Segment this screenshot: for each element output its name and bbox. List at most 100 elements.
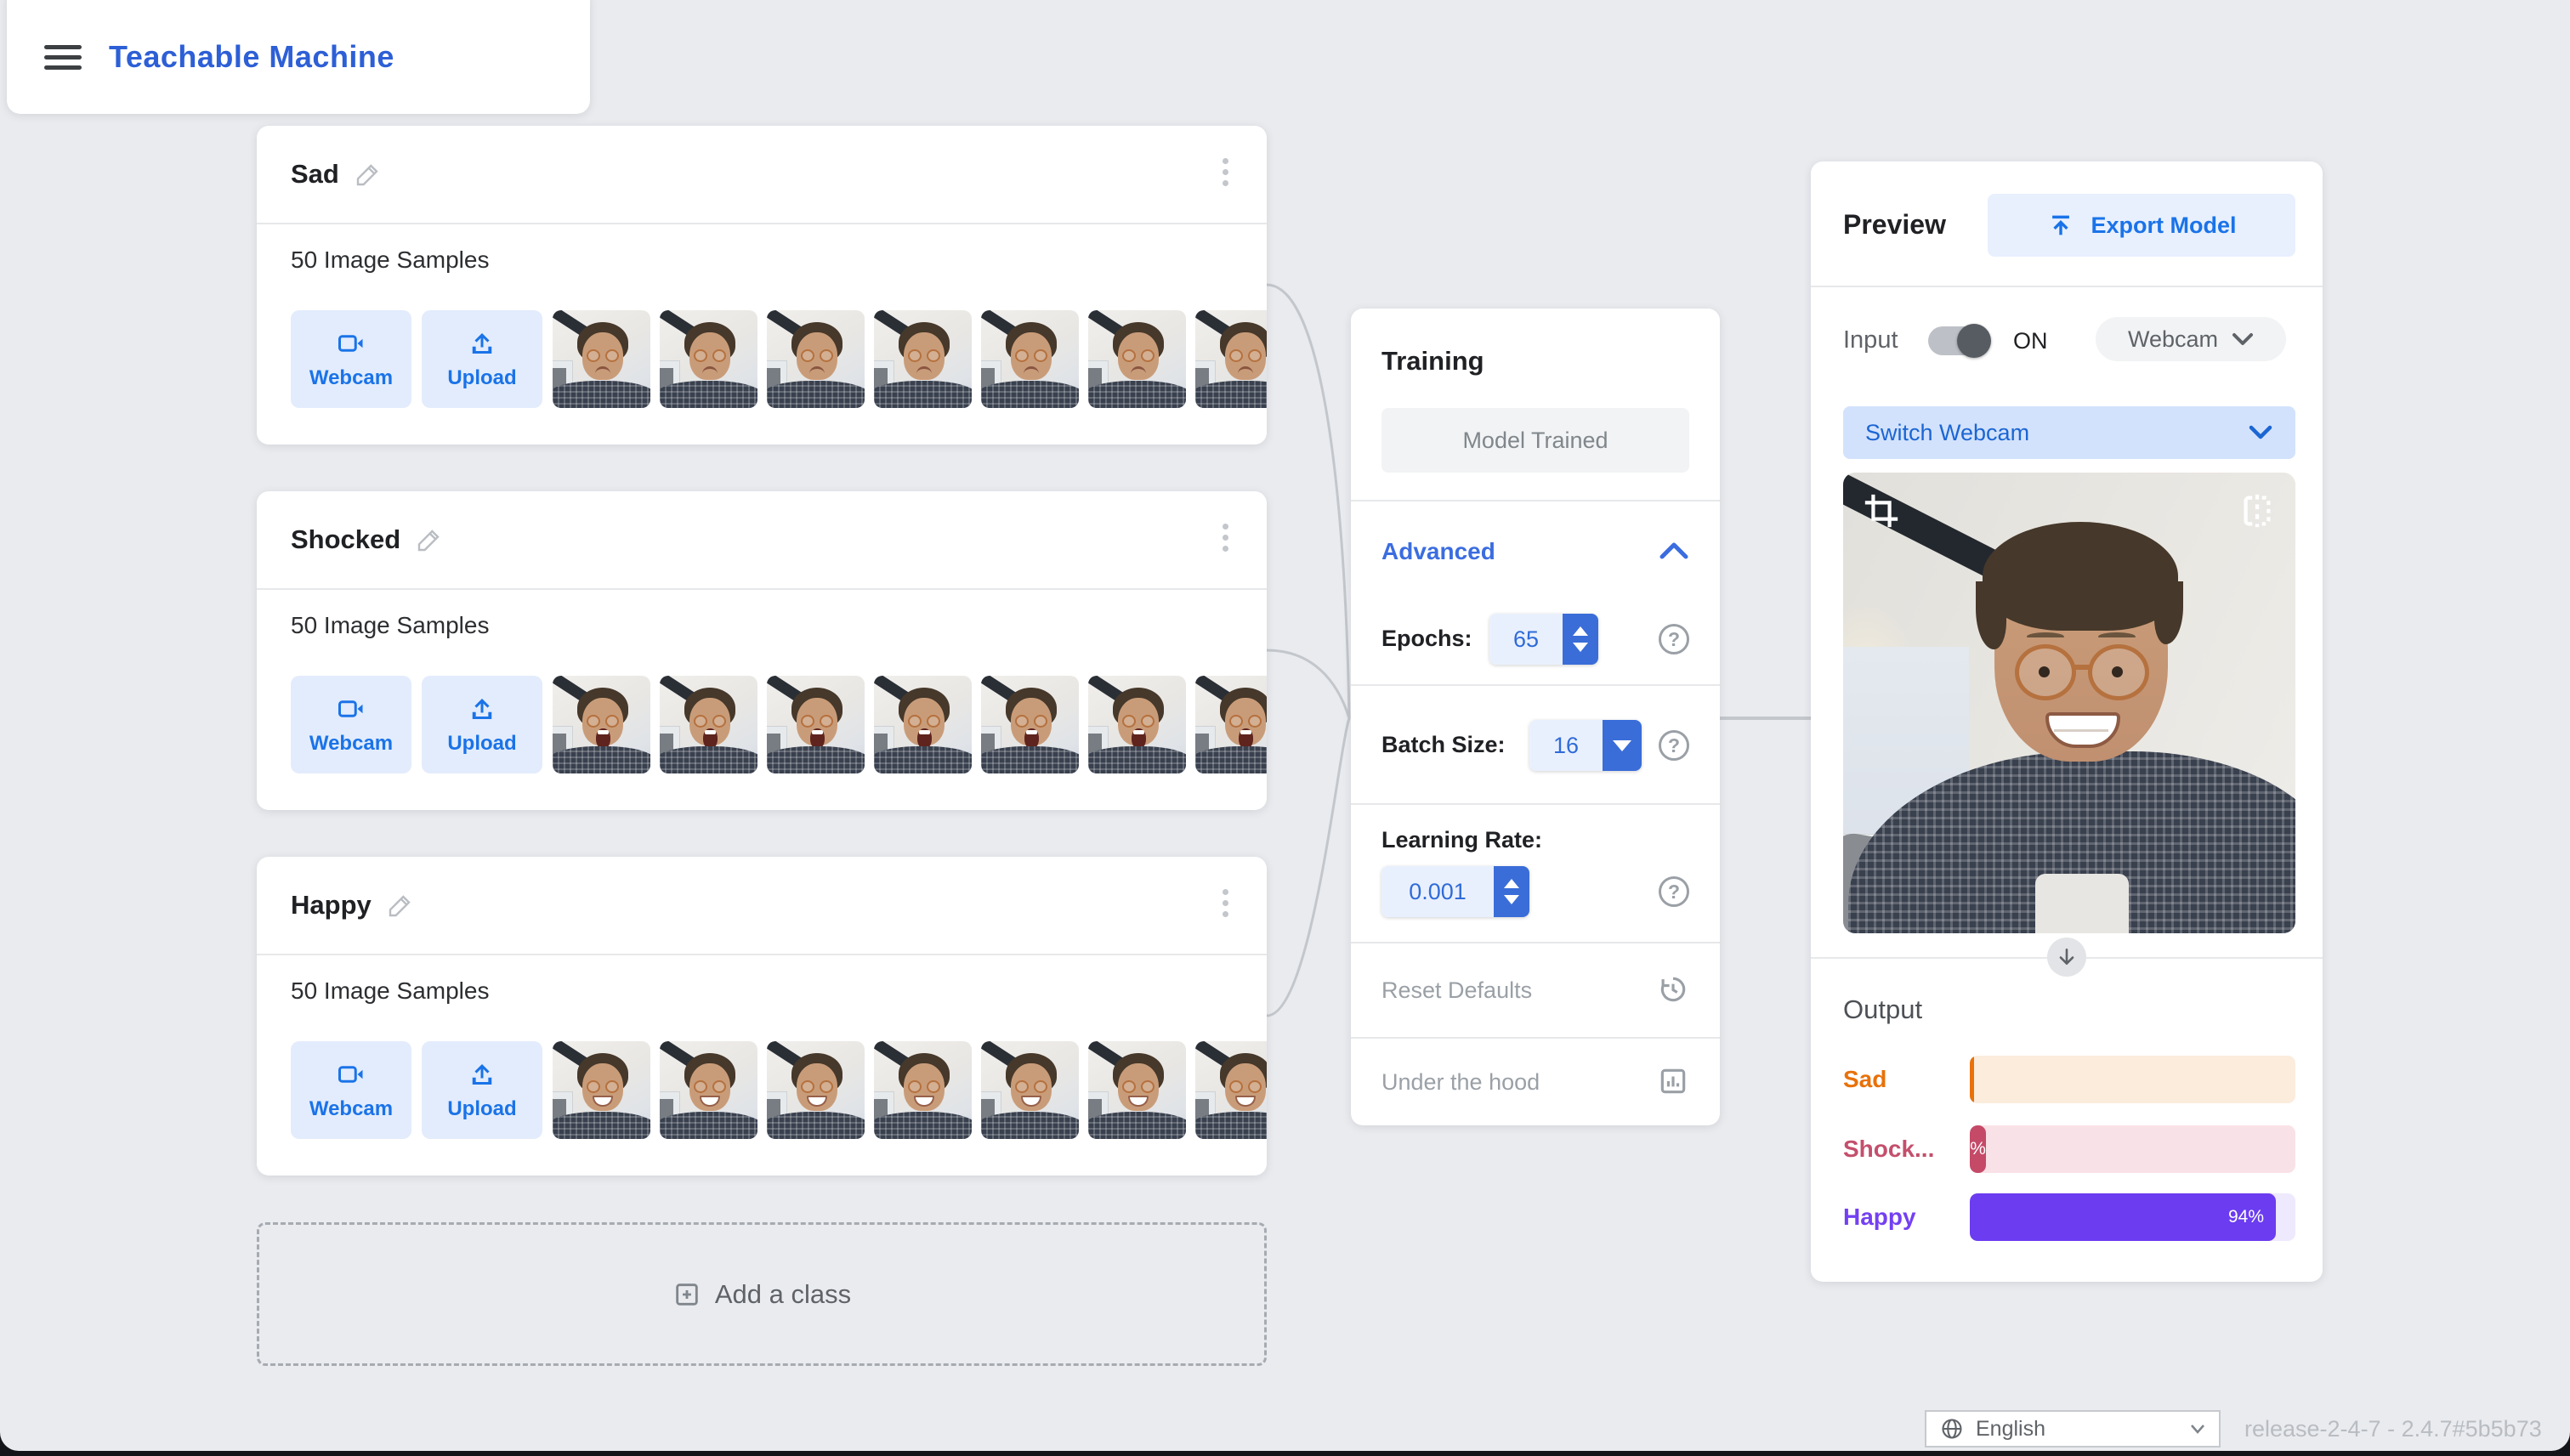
webcam-person-eye bbox=[2112, 666, 2123, 677]
output-bar-label: Shock... bbox=[1843, 1136, 1935, 1162]
webcam-person-tee bbox=[2035, 874, 2129, 933]
upload-button[interactable]: Upload bbox=[422, 676, 542, 773]
epochs-spin-buttons[interactable] bbox=[1563, 614, 1598, 665]
kebab-menu-icon[interactable] bbox=[1223, 158, 1229, 191]
collapse-output-button[interactable] bbox=[2047, 938, 2086, 977]
train-model-button[interactable]: Model Trained bbox=[1381, 408, 1689, 473]
output-bar-row: Sad bbox=[1811, 1056, 2323, 1103]
sample-thumbnail bbox=[981, 676, 1079, 773]
chevron-down-icon bbox=[2191, 1425, 2204, 1434]
output-bar-fill: 94% bbox=[1970, 1193, 2277, 1241]
sample-thumbnail bbox=[981, 1041, 1079, 1139]
sample-thumbnail bbox=[660, 310, 757, 408]
output-bar-track: % bbox=[1970, 1125, 2295, 1173]
webcam-button[interactable]: Webcam bbox=[291, 676, 411, 773]
webcam-button[interactable]: Webcam bbox=[291, 1041, 411, 1139]
webcam-button[interactable]: Webcam bbox=[291, 310, 411, 408]
chevron-down-icon bbox=[2232, 333, 2254, 345]
app-header: Teachable Machine bbox=[7, 0, 590, 114]
export-model-button[interactable]: Export Model bbox=[1988, 194, 2295, 257]
help-icon[interactable] bbox=[1659, 624, 1689, 654]
divider bbox=[1811, 286, 2323, 287]
sample-count-label: 50 Image Samples bbox=[291, 977, 490, 1004]
webcam-icon bbox=[338, 1066, 363, 1083]
upload-button[interactable]: Upload bbox=[422, 310, 542, 408]
under-hood-icon[interactable] bbox=[1657, 1065, 1689, 1097]
chevron-up-icon[interactable] bbox=[1659, 540, 1689, 562]
batch-size-dropdown-button[interactable] bbox=[1603, 720, 1642, 771]
sample-thumbnail bbox=[767, 676, 865, 773]
input-toggle[interactable] bbox=[1928, 324, 1991, 358]
divider bbox=[1351, 500, 1720, 501]
advanced-toggle[interactable]: Advanced bbox=[1381, 538, 1495, 565]
batch-size-select: 16 bbox=[1529, 720, 1642, 771]
upload-button[interactable]: Upload bbox=[422, 1041, 542, 1139]
sample-thumbnail bbox=[1195, 310, 1267, 408]
kebab-menu-icon[interactable] bbox=[1223, 889, 1229, 922]
menu-icon[interactable] bbox=[44, 39, 82, 76]
batch-size-value[interactable]: 16 bbox=[1529, 720, 1603, 771]
preview-panel: Preview Export Model Input ON Webcam Swi… bbox=[1811, 161, 2323, 1282]
globe-icon bbox=[1942, 1419, 1962, 1439]
webcam-person-eye bbox=[2039, 666, 2050, 677]
class-name: Happy bbox=[291, 890, 372, 920]
sample-thumbnail bbox=[1195, 676, 1267, 773]
add-class-button[interactable]: Add a class bbox=[257, 1222, 1267, 1366]
sample-thumbnail bbox=[553, 1041, 650, 1139]
webcam-button-label: Webcam bbox=[309, 1097, 394, 1120]
under-the-hood-button[interactable]: Under the hood bbox=[1381, 1069, 1540, 1096]
edit-pencil-icon[interactable] bbox=[387, 892, 414, 919]
language-selector[interactable]: English bbox=[1925, 1410, 2221, 1448]
upload-button-label: Upload bbox=[447, 1097, 517, 1120]
sample-thumbnails bbox=[553, 310, 1267, 409]
crop-icon[interactable] bbox=[1862, 491, 1901, 530]
webcam-person-eyebrow bbox=[2098, 632, 2136, 641]
class-card-happy: Happy 50 Image Samples Webcam Upload bbox=[257, 857, 1267, 1176]
class-name: Shocked bbox=[291, 524, 401, 554]
add-box-icon bbox=[676, 1283, 698, 1306]
class-card-header: Sad bbox=[257, 126, 1267, 224]
sample-thumbnail bbox=[767, 310, 865, 408]
webcam-person-hair bbox=[1976, 522, 2183, 649]
output-bar-track bbox=[1970, 1056, 2295, 1103]
webcam-preview-feed bbox=[1843, 473, 2295, 933]
sample-thumbnail bbox=[1088, 1041, 1186, 1139]
edit-pencil-icon[interactable] bbox=[355, 161, 382, 188]
kebab-menu-icon[interactable] bbox=[1223, 524, 1229, 557]
switch-webcam-button[interactable]: Switch Webcam bbox=[1843, 406, 2295, 459]
help-icon[interactable] bbox=[1659, 730, 1689, 761]
webcam-person-eyebrow bbox=[2027, 632, 2064, 641]
training-panel: Training Model Trained Advanced Epochs: … bbox=[1351, 309, 1720, 1125]
class-name: Sad bbox=[291, 159, 339, 189]
output-bar-fill: % bbox=[1970, 1125, 1987, 1173]
epochs-value[interactable]: 65 bbox=[1489, 614, 1563, 665]
output-bar-label: Happy bbox=[1843, 1204, 1916, 1230]
sample-thumbnails bbox=[553, 676, 1267, 774]
learning-rate-value[interactable]: 0.001 bbox=[1381, 866, 1494, 917]
sample-thumbnail bbox=[660, 1041, 757, 1139]
sample-count-label: 50 Image Samples bbox=[291, 246, 490, 273]
sample-thumbnail bbox=[553, 676, 650, 773]
reset-defaults-button[interactable]: Reset Defaults bbox=[1381, 977, 1532, 1004]
switch-webcam-label: Switch Webcam bbox=[1865, 419, 2030, 445]
app-title[interactable]: Teachable Machine bbox=[109, 39, 394, 75]
sample-thumbnail bbox=[874, 676, 972, 773]
epochs-label: Epochs: bbox=[1381, 626, 1472, 651]
export-icon bbox=[2052, 215, 2070, 235]
history-icon[interactable] bbox=[1657, 973, 1689, 1006]
sample-thumbnail bbox=[1088, 310, 1186, 408]
upload-button-label: Upload bbox=[447, 732, 517, 755]
learning-rate-stepper: 0.001 bbox=[1381, 866, 1529, 917]
sample-thumbnail bbox=[1195, 1041, 1267, 1139]
export-model-label: Export Model bbox=[2091, 212, 2237, 238]
help-icon[interactable] bbox=[1659, 876, 1689, 907]
sample-strip: Webcam Upload bbox=[291, 676, 1267, 774]
input-source-dropdown[interactable]: Webcam bbox=[2096, 317, 2286, 361]
flip-icon[interactable] bbox=[2238, 491, 2277, 530]
sample-thumbnail bbox=[553, 310, 650, 408]
edit-pencil-icon[interactable] bbox=[416, 526, 443, 553]
webcam-person-glasses-bridge bbox=[2073, 665, 2091, 670]
class-card-header: Happy bbox=[257, 857, 1267, 955]
add-class-label: Add a class bbox=[714, 1278, 852, 1309]
learning-rate-spin-buttons[interactable] bbox=[1494, 866, 1529, 917]
